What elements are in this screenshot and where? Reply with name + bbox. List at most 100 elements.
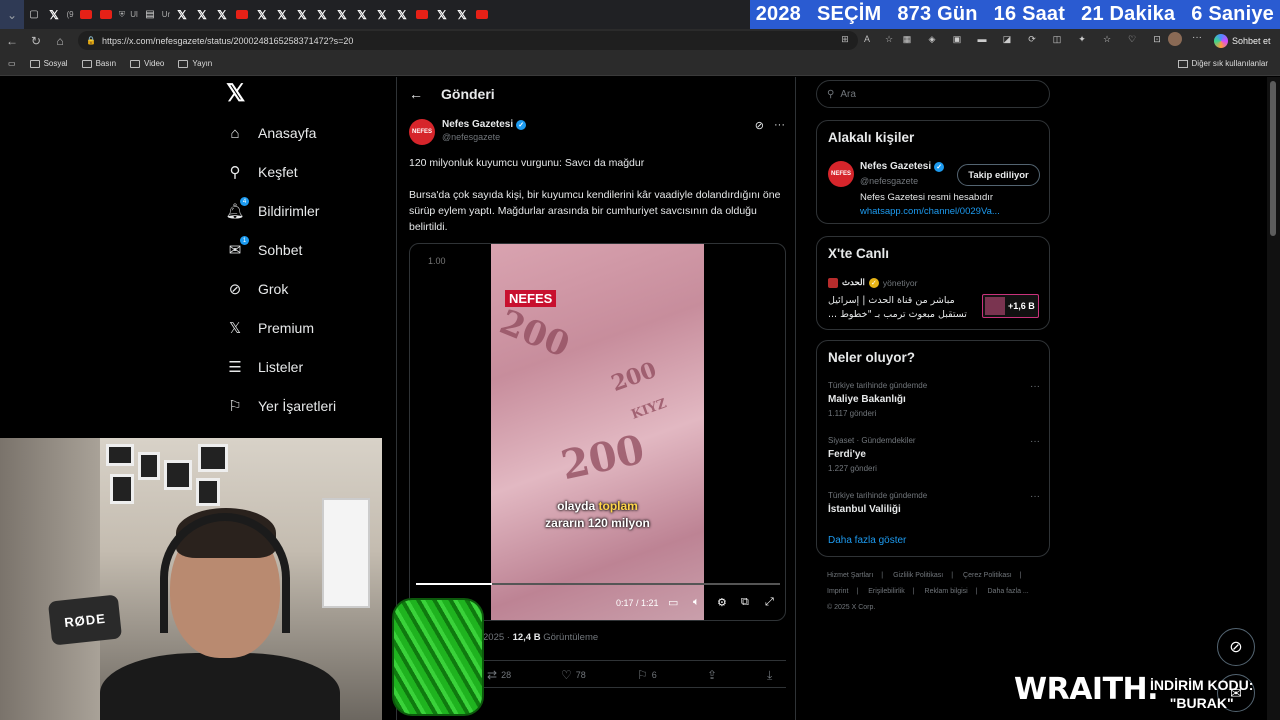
- related-name[interactable]: Nefes Gazetesi ✓: [860, 161, 945, 172]
- nav-item-chat[interactable]: ✉ 1 Sohbet: [226, 236, 302, 259]
- tab-x[interactable]: 𝕏: [313, 6, 331, 24]
- trend-item[interactable]: Türkiye tarihinde gündemde Maliye Bakanl…: [828, 381, 1040, 418]
- footer-link[interactable]: Reklam bilgisi: [925, 588, 968, 595]
- retweet-button[interactable]: ⇄ 28: [487, 668, 511, 682]
- home-icon[interactable]: ⌂: [48, 29, 72, 52]
- page-scrollbar[interactable]: [1267, 77, 1280, 720]
- search-input[interactable]: ⚲ Ara: [816, 80, 1050, 108]
- avatar[interactable]: NEFES: [409, 119, 435, 145]
- back-arrow-icon[interactable]: ←: [409, 86, 423, 102]
- share-button[interactable]: ⇪: [707, 668, 717, 682]
- browser-essentials-icon[interactable]: ♡: [1125, 32, 1139, 46]
- tab-x[interactable]: 𝕏: [453, 6, 471, 24]
- tab-x[interactable]: 𝕏: [45, 6, 63, 24]
- video-player[interactable]: 1.00 200 200 200 KIYZ NEFES olayda topla…: [409, 243, 786, 621]
- bookmark-button[interactable]: ⚐ 6: [637, 668, 657, 682]
- tab-x[interactable]: 𝕏: [433, 6, 451, 24]
- author-name[interactable]: Nefes Gazetesi: [442, 119, 513, 130]
- app-available-icon[interactable]: ⊞: [838, 32, 852, 46]
- footer-link[interactable]: Daha fazla ...: [988, 588, 1029, 595]
- reading-list-icon[interactable]: ▭: [8, 59, 16, 68]
- footer-link[interactable]: Imprint: [827, 588, 848, 595]
- tab-label[interactable]: Ur: [161, 6, 171, 24]
- live-listeners[interactable]: +1,6 B: [982, 294, 1039, 318]
- tab-x[interactable]: 𝕏: [353, 6, 371, 24]
- extension-icon[interactable]: ◈: [925, 32, 939, 46]
- tab-youtube[interactable]: [476, 10, 488, 19]
- back-arrow-icon[interactable]: ←: [0, 29, 24, 52]
- tab-x[interactable]: 𝕏: [253, 6, 271, 24]
- following-button[interactable]: Takip ediliyor: [957, 164, 1040, 186]
- bookmark-folder[interactable]: Yayın: [178, 59, 212, 68]
- like-button[interactable]: ♡ 78: [561, 668, 586, 682]
- other-favorites-folder[interactable]: Diğer sık kullanılanlar: [1177, 59, 1268, 68]
- nav-item-explore[interactable]: ⚲ Keşfet: [226, 163, 298, 181]
- related-link[interactable]: whatsapp.com/channel/0029Va...: [860, 206, 1000, 217]
- screenshot-icon[interactable]: ⊡: [1150, 32, 1164, 46]
- tab-label[interactable]: Ul: [129, 6, 139, 24]
- more-options-icon[interactable]: ···: [774, 119, 785, 132]
- copilot-chat-button[interactable]: Sohbet et: [1214, 31, 1271, 50]
- tab-x[interactable]: 𝕏: [393, 6, 411, 24]
- footer-link[interactable]: Gizlilik Politikası: [893, 572, 943, 579]
- read-aloud-icon[interactable]: A: [860, 32, 874, 46]
- tab-x[interactable]: 𝕏: [193, 6, 211, 24]
- footer-link[interactable]: Hizmet Şartları: [827, 572, 873, 579]
- nav-item-premium[interactable]: 𝕏 Premium: [226, 319, 314, 337]
- nav-item-home[interactable]: ⌂ Anasayfa: [226, 124, 316, 142]
- footer-link[interactable]: Erişilebilirlik: [868, 588, 905, 595]
- bookmark-folder[interactable]: Sosyal: [29, 59, 68, 68]
- scrollbar-thumb[interactable]: [1270, 81, 1276, 236]
- more-options-icon[interactable]: ···: [1030, 436, 1040, 447]
- extension-icon[interactable]: ◪: [1000, 32, 1014, 46]
- favorite-star-icon[interactable]: ☆: [882, 32, 896, 46]
- favorites-icon[interactable]: ☆: [1100, 32, 1114, 46]
- tab-x[interactable]: 𝕏: [333, 6, 351, 24]
- show-more-link[interactable]: Daha fazla göster: [828, 535, 906, 546]
- tab-shield[interactable]: ⛨: [117, 6, 127, 24]
- grok-icon[interactable]: ⊘: [755, 119, 764, 132]
- extension-icon[interactable]: ▬: [975, 32, 989, 46]
- profile-avatar[interactable]: [1168, 32, 1182, 46]
- extensions-puzzle-icon[interactable]: ✦: [1075, 32, 1089, 46]
- fullscreen-icon[interactable]: ⤢: [765, 596, 774, 609]
- url-field[interactable]: 🔒 https://x.com/nefesgazete/status/20002…: [78, 31, 858, 50]
- reload-icon[interactable]: ↻: [24, 29, 48, 52]
- tab-document[interactable]: ▤: [141, 6, 159, 24]
- picture-in-picture-icon[interactable]: ⧉: [741, 596, 749, 609]
- split-screen-icon[interactable]: ◫: [1050, 32, 1064, 46]
- extension-icon[interactable]: ⟳: [1025, 32, 1039, 46]
- avatar[interactable]: NEFES: [828, 161, 854, 187]
- trend-item[interactable]: Türkiye tarihinde gündemde İstanbul Vali…: [828, 491, 1040, 515]
- footer-link[interactable]: Çerez Politikası: [963, 572, 1012, 579]
- grok-floating-button[interactable]: ⊘: [1217, 628, 1255, 666]
- tab-x[interactable]: (9: [65, 6, 75, 24]
- tab-actions-menu-icon[interactable]: ⌄: [0, 0, 24, 29]
- captions-icon[interactable]: ▭: [668, 596, 678, 609]
- nav-item-bookmarks[interactable]: ⚐ Yer İşaretleri: [226, 397, 336, 415]
- workspaces-icon[interactable]: ▢: [25, 6, 43, 24]
- post-date[interactable]: 2025 ·: [483, 632, 513, 643]
- post-author[interactable]: NEFES Nefes Gazetesi ✓ @nefesgazete: [409, 119, 527, 145]
- tab-youtube[interactable]: [416, 10, 428, 19]
- tab-youtube[interactable]: [100, 10, 112, 19]
- video-progress-bar[interactable]: [416, 583, 780, 585]
- live-host[interactable]: الحدث ✓ yönetiyor: [828, 277, 917, 288]
- nav-item-lists[interactable]: ☰ Listeler: [226, 358, 303, 376]
- tab-youtube[interactable]: [236, 10, 248, 19]
- extension-icon[interactable]: ▣: [950, 32, 964, 46]
- nav-item-grok[interactable]: ⊘ Grok: [226, 280, 289, 298]
- tab-x[interactable]: 𝕏: [173, 6, 191, 24]
- x-logo-icon[interactable]: 𝕏: [226, 82, 248, 106]
- extension-icon[interactable]: ▦: [900, 32, 914, 46]
- nav-item-notifications[interactable]: 🔔︎ 4 Bildirimler: [225, 197, 319, 220]
- volume-icon[interactable]: 🔈︎: [693, 596, 700, 609]
- tab-youtube[interactable]: [80, 10, 92, 19]
- trend-item[interactable]: Siyaset · Gündemdekiler Ferdi'ye 1.227 g…: [828, 436, 1040, 473]
- bookmark-folder[interactable]: Video: [130, 59, 164, 68]
- more-options-icon[interactable]: ···: [1030, 381, 1040, 392]
- tab-x[interactable]: 𝕏: [273, 6, 291, 24]
- related-handle[interactable]: @nefesgazete: [860, 176, 918, 186]
- live-title[interactable]: مباشر من قناة الحدث | إسرائيل تستقبل مبع…: [828, 294, 968, 322]
- tab-x[interactable]: 𝕏: [213, 6, 231, 24]
